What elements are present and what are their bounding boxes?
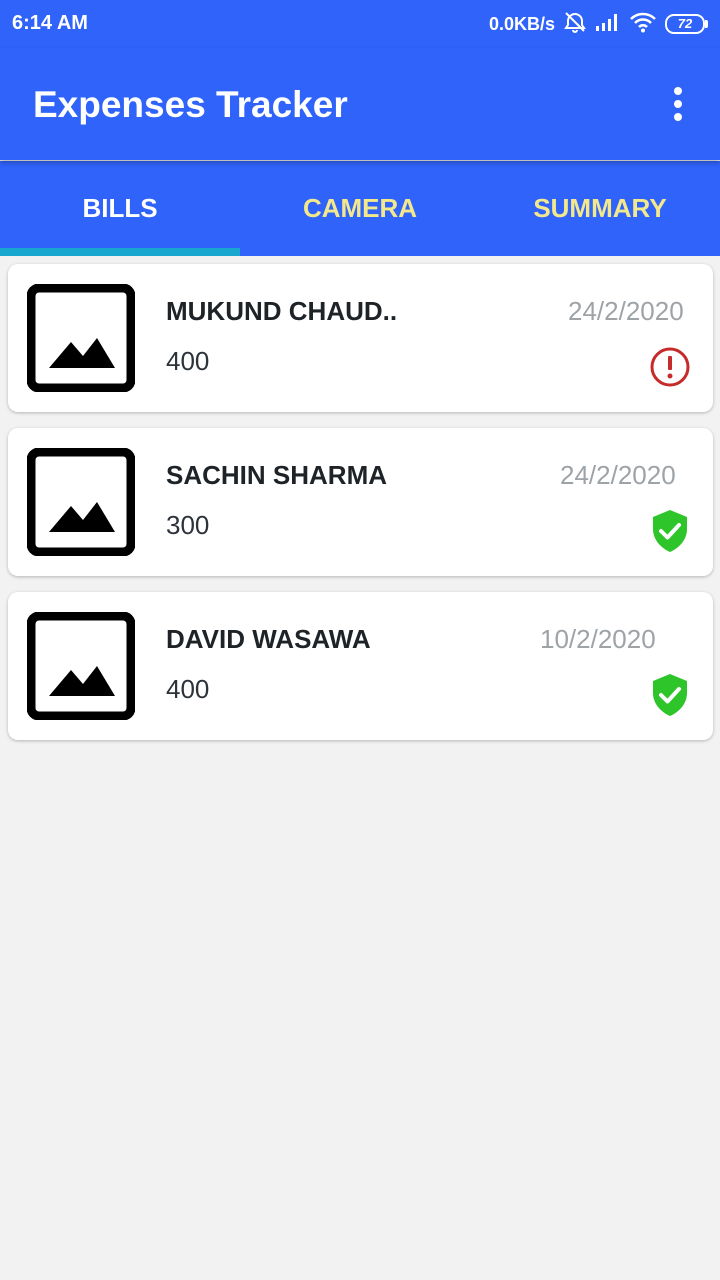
shield-check-icon: [649, 508, 691, 554]
bill-amount: 400: [166, 346, 210, 376]
status-time: 6:14 AM: [12, 12, 88, 34]
bill-card[interactable]: DAVID WASAWA 400 10/2/2020: [8, 592, 713, 740]
image-placeholder-icon: [26, 611, 136, 721]
bill-name: SACHIN SHARMA: [166, 460, 387, 490]
app-title: Expenses Tracker: [33, 84, 348, 125]
alarm-off-icon: [563, 10, 587, 39]
bill-name: MUKUND CHAUD..: [166, 296, 398, 326]
tab-indicator: [0, 248, 240, 256]
tab-camera[interactable]: CAMERA: [240, 161, 480, 256]
tab-bills[interactable]: BILLS: [0, 161, 240, 256]
bill-list: MUKUND CHAUD.. 400 24/2/2020 SACHIN SHAR…: [8, 264, 713, 756]
app-bar: Expenses Tracker: [0, 48, 720, 160]
shield-check-icon: [649, 672, 691, 718]
alert-circle-icon: [649, 344, 691, 390]
tab-summary[interactable]: SUMMARY: [480, 161, 720, 256]
bill-date: 10/2/2020: [540, 624, 656, 654]
bill-card[interactable]: SACHIN SHARMA 300 24/2/2020: [8, 428, 713, 576]
bill-card[interactable]: MUKUND CHAUD.. 400 24/2/2020: [8, 264, 713, 412]
image-placeholder-icon: [26, 447, 136, 557]
tab-label: CAMERA: [302, 193, 418, 223]
battery-icon: 72: [665, 14, 708, 34]
image-placeholder-icon: [26, 283, 136, 393]
status-indicators: 0.0KB/s 72: [489, 11, 708, 37]
bill-amount: 300: [166, 510, 210, 540]
network-speed: 0.0KB/s: [488, 13, 555, 34]
tab-label: SUMMARY: [533, 193, 667, 223]
bill-name: DAVID WASAWA: [166, 624, 371, 654]
signal-icon: [595, 12, 621, 37]
more-vert-icon[interactable]: [666, 86, 690, 122]
battery-level: 72: [665, 14, 705, 34]
bill-amount: 400: [166, 674, 210, 704]
bill-date: 24/2/2020: [560, 460, 676, 490]
bill-date: 24/2/2020: [568, 296, 684, 326]
tab-label: BILLS: [82, 193, 158, 223]
status-bar: 6:14 AM 0.0KB/s 72: [0, 0, 720, 48]
wifi-icon: [629, 11, 657, 38]
tab-bar: BILLS CAMERA SUMMARY: [0, 161, 720, 256]
